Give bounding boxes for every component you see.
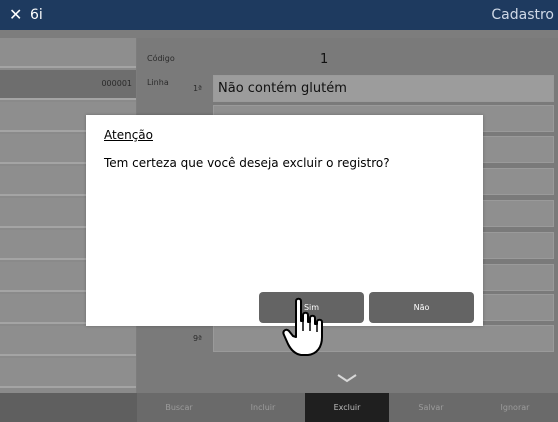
- no-button[interactable]: Não: [369, 292, 474, 323]
- ignorar-button[interactable]: Ignorar: [473, 393, 557, 422]
- incluir-button[interactable]: Incluir: [221, 393, 305, 422]
- dialog-title: Atenção: [104, 128, 153, 142]
- list-item[interactable]: [0, 38, 136, 68]
- list-item[interactable]: [0, 358, 136, 388]
- app-title: 6i: [30, 7, 43, 23]
- toolbar-spacer: [0, 393, 137, 422]
- linha-label: Linha: [147, 78, 169, 87]
- dialog-message: Tem certeza que você deseja excluir o re…: [104, 156, 390, 170]
- record-code: 000001: [101, 79, 132, 88]
- buscar-button[interactable]: Buscar: [137, 393, 221, 422]
- codigo-label: Código: [147, 54, 175, 63]
- close-icon[interactable]: ✕: [9, 5, 22, 25]
- title-bar: ✕ 6i Cadastro: [0, 0, 558, 30]
- bottom-toolbar: Buscar Incluir Excluir Salvar Ignorar: [0, 393, 558, 422]
- line-field-9[interactable]: [213, 325, 554, 352]
- list-item-selected[interactable]: 000001: [0, 70, 136, 100]
- line-field-1-value: Não contém glutém: [218, 81, 347, 96]
- line-ordinal: 1ª: [193, 84, 202, 93]
- screen-title: Cadastro: [491, 7, 554, 23]
- codigo-value: 1: [320, 52, 329, 67]
- line-field-1[interactable]: Não contém glutém: [213, 75, 554, 102]
- line-ordinal: 9ª: [193, 334, 202, 343]
- excluir-button[interactable]: Excluir: [305, 393, 389, 422]
- chevron-down-icon[interactable]: [330, 370, 364, 388]
- hand-pointer-icon: [282, 297, 323, 356]
- salvar-button[interactable]: Salvar: [389, 393, 473, 422]
- confirm-dialog: Atenção Tem certeza que você deseja excl…: [86, 115, 483, 326]
- list-item[interactable]: [0, 326, 136, 356]
